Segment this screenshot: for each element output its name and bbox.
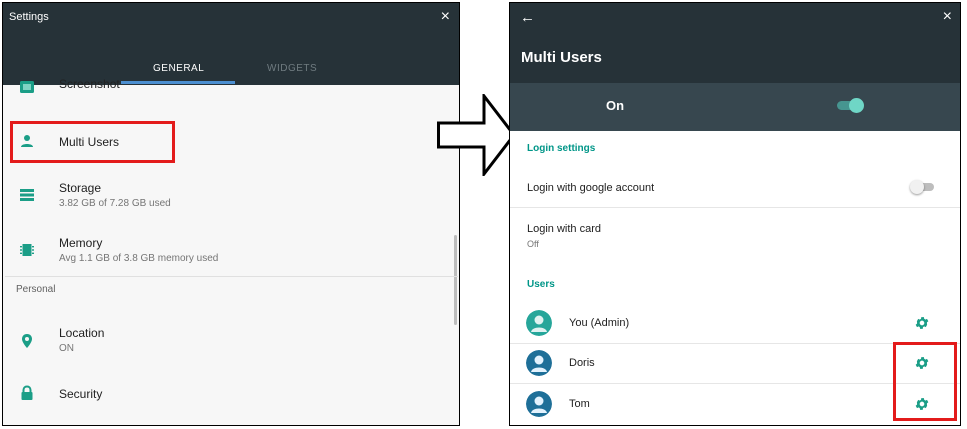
settings-title: Settings (9, 11, 49, 23)
location-icon (22, 334, 32, 348)
toggle-thumb (910, 180, 924, 194)
login-google-label[interactable]: Login with google account (527, 182, 654, 194)
toggle-thumb (849, 98, 864, 113)
section-header-login: Login settings (527, 143, 596, 154)
lock-icon (21, 385, 33, 400)
avatar-icon (526, 350, 552, 376)
master-switch-label: On (606, 98, 625, 113)
page-title: Multi Users (521, 49, 602, 66)
close-icon[interactable]: × (441, 9, 450, 25)
settings-item-label: Storage (59, 181, 102, 195)
highlight-box-multi-users (10, 121, 175, 163)
highlight-box-user-settings (893, 342, 957, 421)
settings-item-subtitle: Avg 1.1 GB of 3.8 GB memory used (59, 253, 219, 264)
section-header-personal: Personal (16, 284, 56, 295)
memory-icon (20, 244, 34, 256)
avatar-icon (526, 310, 552, 336)
settings-item-security[interactable]: Security (3, 375, 459, 415)
user-row-admin[interactable]: You (Admin) (510, 303, 960, 343)
settings-item-storage[interactable]: Storage 3.82 GB of 7.28 GB used (3, 173, 459, 221)
login-google-toggle[interactable] (910, 180, 936, 194)
divider (510, 207, 960, 208)
master-toggle[interactable] (837, 97, 865, 113)
screenshot-icon (20, 81, 34, 93)
close-icon[interactable]: × (943, 9, 952, 25)
master-switch-bar[interactable]: On (510, 83, 960, 131)
settings-item-label: Location (59, 326, 105, 340)
settings-item-label: Memory (59, 236, 103, 250)
settings-item-subtitle: 3.82 GB of 7.28 GB used (59, 198, 171, 209)
login-card-value: Off (527, 239, 539, 249)
user-name: Doris (569, 357, 595, 369)
settings-panel: Settings × GENERAL WIDGETS Screenshot Mu… (2, 2, 460, 426)
user-name: You (Admin) (569, 317, 630, 329)
multi-users-header: ← × Multi Users (510, 3, 960, 83)
gear-icon[interactable] (914, 315, 930, 331)
right-arrow-icon (437, 94, 516, 176)
divider (5, 276, 458, 277)
avatar-icon (526, 391, 552, 417)
settings-item-screenshot[interactable]: Screenshot (3, 73, 459, 103)
user-name: Tom (569, 398, 590, 410)
settings-item-label: Screenshot (59, 77, 120, 91)
storage-icon (20, 189, 34, 201)
settings-item-memory[interactable]: Memory Avg 1.1 GB of 3.8 GB memory used (3, 227, 459, 275)
section-header-users: Users (527, 279, 555, 290)
back-arrow-icon[interactable]: ← (520, 9, 535, 26)
settings-item-label: Security (59, 387, 103, 401)
settings-item-location[interactable]: Location ON (3, 321, 459, 361)
settings-item-subtitle: ON (59, 343, 74, 354)
login-card-label[interactable]: Login with card (527, 223, 601, 235)
